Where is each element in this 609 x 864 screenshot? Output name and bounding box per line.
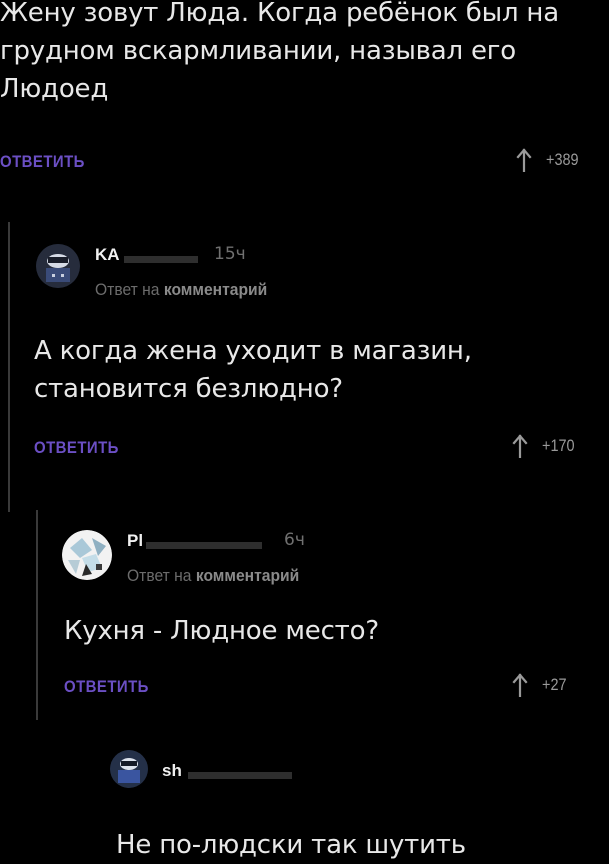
author-redaction bbox=[188, 772, 292, 779]
comment-2-author[interactable]: KA bbox=[95, 245, 120, 265]
comment-2-line-1: А когда жена уходит в магазин, bbox=[34, 336, 472, 366]
comment-3-line-1: Кухня - Людное место? bbox=[64, 616, 379, 646]
comment-3-author[interactable]: Pl bbox=[127, 531, 143, 551]
comment-2-avatar[interactable] bbox=[36, 244, 80, 288]
comment-2-vote: +170 bbox=[512, 434, 580, 458]
comment-1-line-1: Жену зовут Люда. Когда ребёнок был на bbox=[0, 0, 559, 28]
thread-line-nested bbox=[36, 510, 38, 720]
comment-2-line-2: становится безлюдно? bbox=[34, 374, 343, 404]
comment-1-line-2: грудном вскармливании, называл его bbox=[0, 36, 516, 66]
comment-4-text: Не по-людски так шутить bbox=[116, 826, 466, 864]
comment-4-avatar[interactable] bbox=[110, 750, 148, 788]
comment-1-text: Жену зовут Люда. Когда ребёнок был на гр… bbox=[0, 0, 559, 108]
thread-line bbox=[8, 222, 10, 512]
author-redaction bbox=[146, 542, 262, 549]
comment-3-reply-note: Ответ на комментарий bbox=[127, 566, 299, 586]
comment-3-time: 6ч bbox=[284, 530, 305, 550]
arrow-up-icon[interactable] bbox=[516, 148, 532, 172]
comment-4-line-1: Не по-людски так шутить bbox=[116, 830, 466, 860]
comment-2-reply-note: Ответ на комментарий bbox=[95, 280, 267, 300]
user-avatar-icon bbox=[62, 530, 112, 580]
comment-1-vote-count: +389 bbox=[546, 150, 579, 169]
arrow-up-icon[interactable] bbox=[512, 673, 528, 697]
comment-3-text: Кухня - Людное место? bbox=[64, 612, 379, 650]
comment-1-vote: +389 bbox=[516, 148, 584, 172]
comment-1-line-3: Людоед bbox=[0, 74, 109, 104]
comment-2-text: А когда жена уходит в магазин, становитс… bbox=[34, 332, 472, 408]
comment-4-author[interactable]: sh bbox=[162, 761, 182, 781]
comment-3-vote-count: +27 bbox=[542, 675, 567, 694]
comment-3-avatar[interactable] bbox=[62, 530, 112, 580]
reply-note-prefix: Ответ на bbox=[95, 280, 160, 299]
user-avatar-icon bbox=[36, 244, 80, 288]
comment-2-vote-count: +170 bbox=[542, 436, 575, 455]
reply-note-link[interactable]: комментарий bbox=[164, 280, 267, 299]
arrow-up-icon[interactable] bbox=[512, 434, 528, 458]
author-redaction bbox=[124, 256, 198, 263]
comment-3-vote: +27 bbox=[512, 673, 571, 697]
reply-note-prefix: Ответ на bbox=[127, 566, 192, 585]
comment-2-reply-button[interactable]: ОТВЕТИТЬ bbox=[34, 438, 119, 458]
comment-2-time: 15ч bbox=[214, 244, 246, 264]
comment-1-reply-button[interactable]: ОТВЕТИТЬ bbox=[0, 152, 85, 172]
reply-note-link[interactable]: комментарий bbox=[196, 566, 299, 585]
user-avatar-icon bbox=[110, 750, 148, 788]
comment-3-reply-button[interactable]: ОТВЕТИТЬ bbox=[64, 677, 149, 697]
